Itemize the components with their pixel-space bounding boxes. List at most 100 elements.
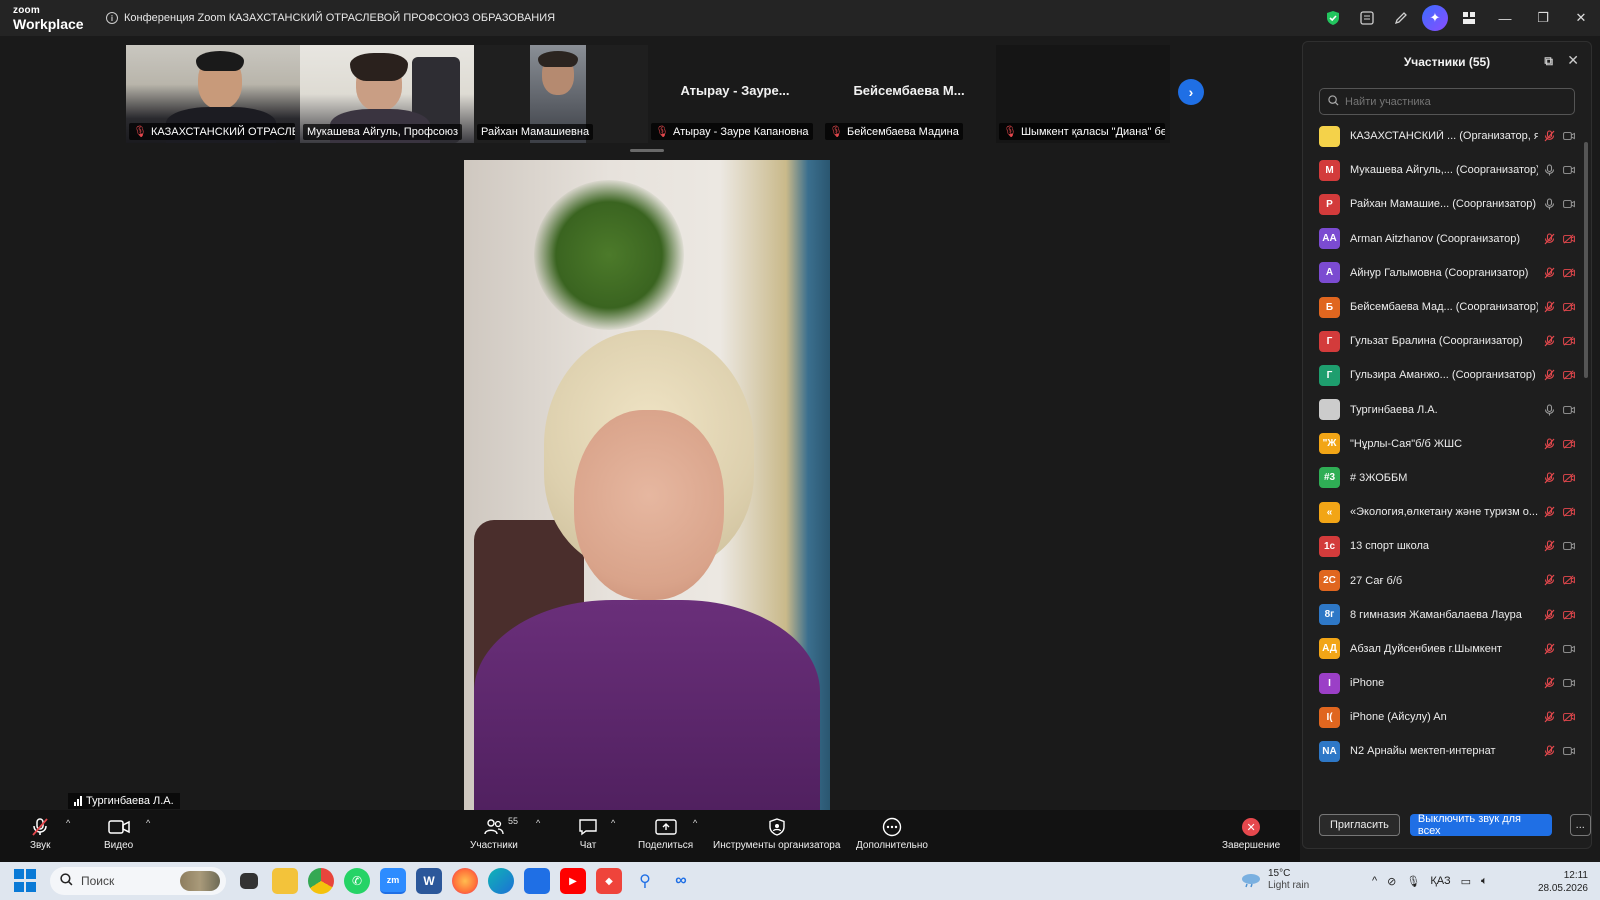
copilot-icon[interactable]: ∞	[668, 868, 694, 894]
mic-muted-icon[interactable]	[1543, 677, 1555, 689]
thumbnail-5[interactable]: 🎙︎ Шымкент қаласы "Диана" бө...	[996, 45, 1170, 143]
participant-row[interactable]: М Мукашева Айгуль,... (Соорганизатор)	[1303, 153, 1583, 187]
strip-resize-handle[interactable]	[630, 149, 664, 152]
end-meeting-button[interactable]: ✕ Завершение	[1222, 814, 1280, 851]
camera-off-icon[interactable]	[1563, 369, 1575, 381]
mic-muted-icon[interactable]	[1543, 745, 1555, 757]
participant-list[interactable]: КАЗАХСТАНСКИЙ ... (Организатор, я) М Мукаш…	[1303, 119, 1583, 767]
mic-muted-icon[interactable]	[1543, 301, 1555, 313]
video-options-caret[interactable]: ^	[146, 818, 150, 828]
panel-more-button[interactable]: ...	[1569, 814, 1591, 836]
mute-all-button[interactable]: Выключить звук для всех	[1409, 813, 1552, 837]
thumbnail-4[interactable]: Бейсембаева М... 🎙︎ Бейсембаева Мадина	[822, 45, 996, 143]
mic-muted-icon[interactable]	[1543, 267, 1555, 279]
mic-on-icon[interactable]	[1543, 164, 1555, 176]
participant-row[interactable]: NA N2 Арнайы мектеп-интернат	[1303, 734, 1583, 767]
participants-options-caret[interactable]: ^	[536, 818, 540, 828]
camera-off-icon[interactable]	[1563, 711, 1575, 723]
chrome-icon[interactable]	[308, 868, 334, 894]
chat-button[interactable]: Чат	[578, 814, 598, 851]
anydesk-icon[interactable]: ◆	[596, 868, 622, 894]
meeting-info[interactable]: i Конференция Zoom КАЗАХСТАНСКИЙ ОТРАСЛЕ…	[106, 12, 555, 24]
network-off-icon[interactable]: ⊘	[1387, 875, 1396, 888]
word-icon[interactable]: W	[416, 868, 442, 894]
camera-off-icon[interactable]	[1563, 609, 1575, 621]
pop-out-icon[interactable]: ⧉	[1544, 54, 1553, 69]
windows-start-icon[interactable]	[14, 869, 38, 893]
youtube-icon[interactable]: ▶	[560, 868, 586, 894]
mic-muted-icon[interactable]	[1543, 609, 1555, 621]
thumbnail-1[interactable]: Мукашева Айгуль, Профсоюз	[300, 45, 474, 143]
whatsapp-icon[interactable]: ✆	[344, 868, 370, 894]
edge-icon[interactable]	[488, 868, 514, 894]
camera-off-icon[interactable]	[1563, 335, 1575, 347]
audio-button[interactable]: Звук	[30, 814, 51, 851]
tray-mic-icon[interactable]: 🎙︎	[1406, 875, 1420, 888]
participant-row[interactable]: IiPhone	[1303, 666, 1583, 700]
camera-icon[interactable]	[1563, 198, 1575, 210]
weather-widget[interactable]: 15°C Light rain	[1240, 868, 1309, 892]
thumbnail-3[interactable]: Атырау - Зауре... 🎙︎ Атырау - Зауре Капан…	[648, 45, 822, 143]
monitor-icon[interactable]: ▭	[1461, 875, 1471, 888]
info-icon[interactable]: i	[106, 12, 118, 24]
participant-row[interactable]: 8г 8 гимназия Жаманбалаева Лаура	[1303, 598, 1583, 632]
camera-off-icon[interactable]	[1563, 267, 1575, 279]
participant-search[interactable]	[1319, 88, 1575, 115]
mic-muted-icon[interactable]	[1543, 130, 1555, 142]
camera-off-icon[interactable]	[1563, 506, 1575, 518]
share-options-caret[interactable]: ^	[693, 818, 697, 828]
next-page-button[interactable]: ›	[1178, 79, 1204, 105]
close-window-button[interactable]: ✕	[1562, 0, 1600, 36]
mic-muted-icon[interactable]	[1543, 574, 1555, 586]
volume-icon[interactable]: 🔈︎	[1481, 875, 1488, 888]
camera-off-icon[interactable]	[1563, 301, 1575, 313]
camera-icon[interactable]	[1563, 130, 1575, 142]
shield-icon[interactable]	[1316, 0, 1350, 36]
participant-row[interactable]: Г Гульзира Аманжо... (Соорганизатор)	[1303, 358, 1583, 392]
video-button[interactable]: Видео	[104, 814, 133, 851]
store-icon[interactable]	[524, 868, 550, 894]
task-view-icon[interactable]	[240, 873, 258, 889]
thumbnail-2[interactable]: Райхан Мамашиевна	[474, 45, 648, 143]
search-input[interactable]	[1345, 95, 1565, 108]
participant-row[interactable]: А Айнур Галымовна (Соорганизатор)	[1303, 256, 1583, 290]
file-explorer-icon[interactable]	[272, 868, 298, 894]
camera-icon[interactable]	[1563, 745, 1575, 757]
camera-icon[interactable]	[1563, 164, 1575, 176]
participant-row[interactable]: КАЗАХСТАНСКИЙ ... (Организатор, я)	[1303, 119, 1583, 153]
camera-off-icon[interactable]	[1563, 574, 1575, 586]
notes-icon[interactable]	[1350, 0, 1384, 36]
zoom-app-icon[interactable]: zm	[380, 868, 406, 894]
host-tools-button[interactable]: Инструменты организатора	[713, 814, 840, 851]
maps-pin-icon[interactable]: ⚲	[632, 868, 658, 894]
participant-row[interactable]: "Ж "Нұрлы-Сая"б/б ЖШС	[1303, 427, 1583, 461]
participant-row[interactable]: « «Экология,өлкетану және туризм о...	[1303, 495, 1583, 529]
camera-icon[interactable]	[1563, 677, 1575, 689]
camera-off-icon[interactable]	[1563, 472, 1575, 484]
invite-button[interactable]: Пригласить	[1319, 814, 1400, 836]
chat-options-caret[interactable]: ^	[611, 818, 615, 828]
camera-icon[interactable]	[1563, 540, 1575, 552]
panel-scrollbar[interactable]	[1584, 142, 1588, 378]
participant-row[interactable]: Г Гульзат Бралина (Соорганизатор)	[1303, 324, 1583, 358]
minimize-button[interactable]: —	[1486, 0, 1524, 36]
mic-muted-icon[interactable]	[1543, 472, 1555, 484]
taskbar-clock[interactable]: 12:11 28.05.2026	[1538, 869, 1588, 895]
mic-muted-icon[interactable]	[1543, 369, 1555, 381]
mic-muted-icon[interactable]	[1543, 540, 1555, 552]
mic-muted-icon[interactable]	[1543, 643, 1555, 655]
audio-options-caret[interactable]: ^	[66, 818, 70, 828]
ai-companion-button[interactable]: ✦	[1418, 0, 1452, 36]
mic-on-icon[interactable]	[1543, 198, 1555, 210]
tray-chevron-icon[interactable]: ^	[1372, 875, 1377, 887]
participant-row[interactable]: AA Arman Aitzhanov (Соорганизатор)	[1303, 222, 1583, 256]
camera-icon[interactable]	[1563, 643, 1575, 655]
camera-off-icon[interactable]	[1563, 233, 1575, 245]
apps-icon[interactable]	[1452, 0, 1486, 36]
participant-row[interactable]: I(iPhone (Айсулу) An	[1303, 700, 1583, 734]
participant-row[interactable]: АД Абзал Дуйсенбиев г.Шымкент	[1303, 632, 1583, 666]
pen-icon[interactable]	[1384, 0, 1418, 36]
mic-muted-icon[interactable]	[1543, 233, 1555, 245]
main-speaker-video[interactable]	[464, 160, 830, 810]
camera-icon[interactable]	[1563, 404, 1575, 416]
